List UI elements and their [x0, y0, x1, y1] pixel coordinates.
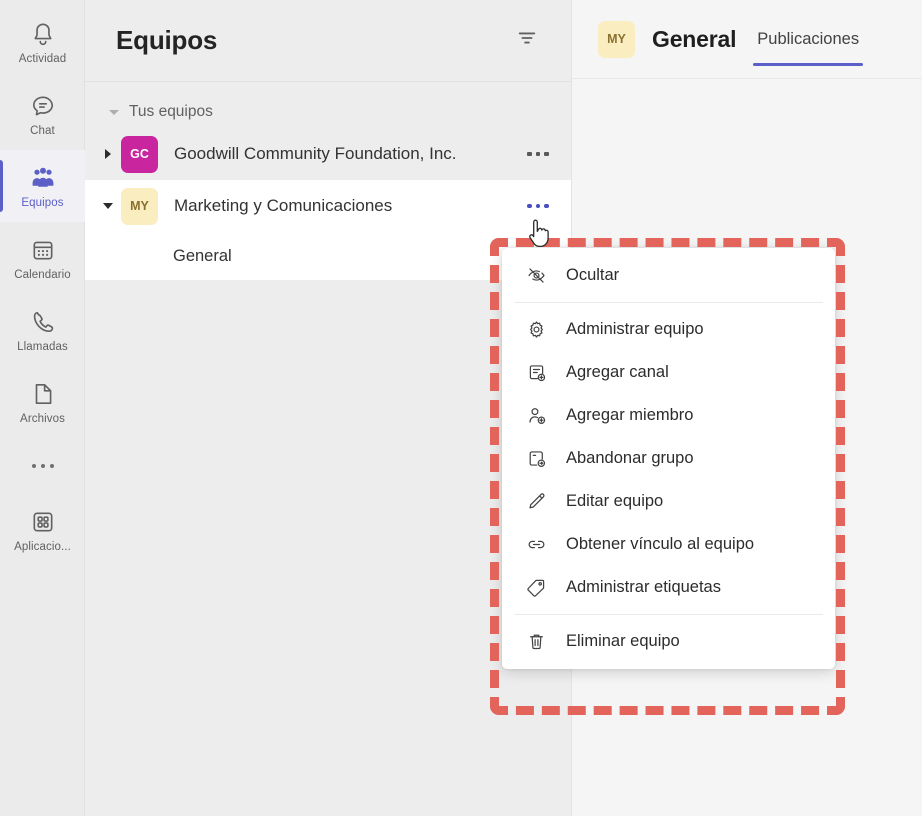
rail-item-aplicaciones-label: Aplicacio...: [14, 541, 71, 553]
context-menu-item-administrar-equipo-label: Administrar equipo: [566, 320, 704, 339]
rail-item-equipos-label: Equipos: [21, 197, 63, 209]
group-tus-equipos-label: Tus equipos: [129, 103, 213, 121]
dot-icon: [536, 152, 541, 157]
filter-button[interactable]: [509, 23, 545, 59]
collapse-team-marketing-button[interactable]: [95, 203, 121, 209]
chevron-right-icon: [105, 149, 111, 159]
dot-icon: [527, 204, 532, 209]
trash-icon: [524, 630, 548, 654]
chevron-down-icon: [103, 203, 113, 209]
rail-item-chat-label: Chat: [30, 125, 55, 137]
calendar-icon: [28, 235, 58, 265]
context-menu-separator: [514, 614, 823, 615]
apps-grid-icon: [28, 507, 58, 537]
rail-item-archivos-label: Archivos: [20, 413, 65, 425]
page-title: Equipos: [116, 25, 509, 56]
dot-icon: [32, 464, 36, 468]
people-icon: [28, 163, 58, 193]
tab-publicaciones[interactable]: Publicaciones: [753, 0, 863, 78]
channel-header: MY General Publicaciones: [572, 0, 922, 79]
context-menu-item-eliminar-equipo[interactable]: Eliminar equipo: [502, 620, 835, 663]
context-menu-item-administrar-etiquetas-label: Administrar etiquetas: [566, 578, 721, 597]
team-more-options-goodwill-button[interactable]: [523, 139, 553, 169]
context-menu-item-administrar-etiquetas[interactable]: Administrar etiquetas: [502, 566, 835, 609]
phone-icon: [28, 307, 58, 337]
chat-bubble-icon: [28, 91, 58, 121]
context-menu-item-obtener-vinculo[interactable]: Obtener vínculo al equipo: [502, 523, 835, 566]
teams-panel-header: Equipos: [85, 0, 571, 82]
channel-title: General: [652, 26, 736, 53]
chevron-down-icon: [109, 110, 119, 115]
channel-team-avatar: MY: [598, 21, 635, 58]
context-menu-item-ocultar[interactable]: Ocultar: [502, 254, 835, 297]
rail-item-archivos[interactable]: Archivos: [0, 366, 85, 438]
context-menu-item-abandonar-grupo-label: Abandonar grupo: [566, 449, 694, 468]
teams-app-window: Actividad Chat Equipos: [0, 0, 922, 816]
dot-icon: [536, 204, 541, 209]
tab-publicaciones-label: Publicaciones: [757, 30, 859, 49]
channel-tabs: Publicaciones: [753, 0, 863, 78]
dot-icon: [544, 152, 549, 157]
rail-overflow-button[interactable]: [0, 438, 85, 494]
rail-item-calendario-label: Calendario: [14, 269, 71, 281]
teams-panel: Equipos Tus equipos GC Goodwil: [85, 0, 572, 816]
team-more-options-marketing-button[interactable]: [523, 191, 553, 221]
gear-icon: [524, 318, 548, 342]
dot-icon: [41, 464, 45, 468]
context-menu-item-ocultar-label: Ocultar: [566, 266, 619, 285]
group-tus-equipos[interactable]: Tus equipos: [85, 96, 571, 128]
rail-item-llamadas[interactable]: Llamadas: [0, 294, 85, 366]
context-menu-item-editar-equipo-label: Editar equipo: [566, 492, 663, 511]
avatar-marketing: MY: [121, 188, 158, 225]
context-menu-item-administrar-equipo[interactable]: Administrar equipo: [502, 308, 835, 351]
filter-icon: [516, 27, 538, 54]
pencil-icon: [524, 490, 548, 514]
context-menu-separator: [514, 302, 823, 303]
avatar-goodwill: GC: [121, 136, 158, 173]
team-row-marketing[interactable]: MY Marketing y Comunicaciones: [85, 180, 571, 232]
rail-item-actividad[interactable]: Actividad: [0, 6, 85, 78]
rail-item-chat[interactable]: Chat: [0, 78, 85, 150]
context-menu-item-editar-equipo[interactable]: Editar equipo: [502, 480, 835, 523]
context-menu-item-obtener-vinculo-label: Obtener vínculo al equipo: [566, 535, 754, 554]
context-menu-item-agregar-miembro[interactable]: Agregar miembro: [502, 394, 835, 437]
dot-icon: [50, 464, 54, 468]
leave-group-icon: [524, 447, 548, 471]
context-menu-item-agregar-canal[interactable]: Agregar canal: [502, 351, 835, 394]
app-rail: Actividad Chat Equipos: [0, 0, 85, 816]
rail-item-equipos[interactable]: Equipos: [0, 150, 85, 222]
bell-icon: [28, 19, 58, 49]
channel-name-general: General: [173, 247, 232, 266]
context-menu-item-agregar-canal-label: Agregar canal: [566, 363, 669, 382]
team-row-goodwill[interactable]: GC Goodwill Community Foundation, Inc.: [85, 128, 571, 180]
rail-item-calendario[interactable]: Calendario: [0, 222, 85, 294]
tag-icon: [524, 576, 548, 600]
eye-slash-icon: [524, 264, 548, 288]
link-icon: [524, 533, 548, 557]
rail-item-aplicaciones[interactable]: Aplicacio...: [0, 494, 85, 566]
rail-item-actividad-label: Actividad: [19, 53, 67, 65]
dot-icon: [544, 204, 549, 209]
dot-icon: [527, 152, 532, 157]
rail-item-llamadas-label: Llamadas: [17, 341, 68, 353]
expand-team-goodwill-button[interactable]: [95, 149, 121, 159]
document-icon: [28, 379, 58, 409]
add-person-icon: [524, 404, 548, 428]
team-name-marketing: Marketing y Comunicaciones: [174, 196, 523, 216]
team-name-goodwill: Goodwill Community Foundation, Inc.: [174, 144, 523, 164]
channel-row-general[interactable]: General: [85, 232, 571, 280]
teams-list: Tus equipos GC Goodwill Community Founda…: [85, 82, 571, 816]
context-menu-item-abandonar-grupo[interactable]: Abandonar grupo: [502, 437, 835, 480]
add-channel-icon: [524, 361, 548, 385]
context-menu-item-eliminar-equipo-label: Eliminar equipo: [566, 632, 680, 651]
team-context-menu: Ocultar Administrar equipo Agr: [502, 248, 835, 669]
context-menu-item-agregar-miembro-label: Agregar miembro: [566, 406, 693, 425]
